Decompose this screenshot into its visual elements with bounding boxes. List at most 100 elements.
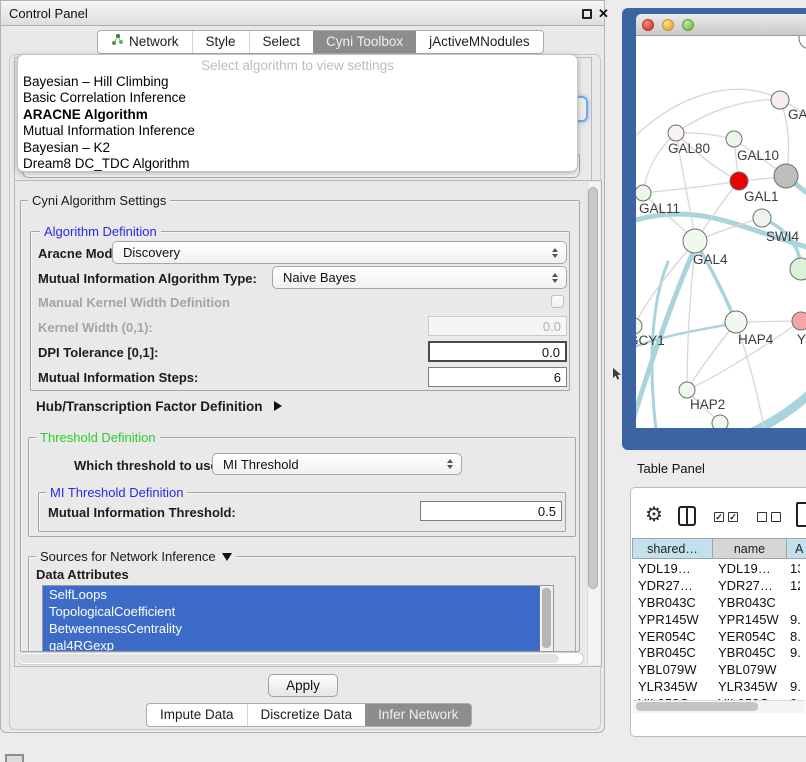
dropdown-item-bayesian-k2[interactable]: Bayesian – K2 (18, 140, 577, 156)
table-cell[interactable]: YPR145W (632, 612, 710, 629)
network-edge[interactable] (687, 322, 736, 390)
table-row[interactable]: YER054CYER054C8. (632, 629, 806, 646)
mi-steps-field[interactable]: 6 (428, 367, 567, 387)
tab-discretize-data[interactable]: Discretize Data (247, 704, 366, 726)
list-item-topologicalcoefficient[interactable]: TopologicalCoefficient (43, 603, 540, 620)
table-cell[interactable]: 13 (786, 561, 800, 578)
network-node[interactable] (753, 209, 771, 227)
select-all-columns-icon[interactable]: ✓ ✓ (714, 512, 738, 522)
table-cell[interactable]: YPR145W (710, 612, 786, 629)
network-node[interactable] (725, 311, 747, 333)
expand-right-icon[interactable] (274, 401, 282, 411)
tab-style[interactable]: Style (192, 31, 249, 53)
list-item-gal4rgexp[interactable]: gal4RGexp (43, 637, 540, 652)
table-row[interactable]: YBR045CYBR045C9. (632, 645, 806, 662)
column-header-name[interactable]: name (712, 538, 787, 559)
table-cell[interactable]: YDR27… (632, 578, 710, 595)
minimized-window-icon[interactable] (5, 754, 24, 762)
network-window-titlebar[interactable] (636, 14, 806, 36)
table-cell[interactable]: YDL19… (710, 561, 786, 578)
network-node[interactable] (712, 415, 728, 428)
sources-group-title[interactable]: Sources for Network Inference (36, 549, 236, 564)
network-node[interactable] (790, 258, 806, 280)
network-node[interactable] (792, 312, 806, 330)
minimize-traffic-light[interactable] (662, 19, 674, 31)
table-cell[interactable]: YBR043C (710, 595, 786, 612)
horizontal-scrollbar-thumb[interactable] (19, 654, 559, 663)
close-icon[interactable]: ✕ (598, 5, 609, 23)
list-item-betweennesscentrality[interactable]: BetweennessCentrality (43, 620, 540, 637)
table-row[interactable]: YDR27…YDR27…12 (632, 578, 806, 595)
float-window-icon[interactable] (582, 9, 592, 19)
dropdown-item-aracne[interactable]: ARACNE Algorithm (18, 107, 577, 123)
dropdown-item-basic-correlation[interactable]: Basic Correlation Inference (18, 90, 577, 106)
deselect-all-columns-icon[interactable] (757, 512, 781, 522)
table-cell[interactable]: 9. (786, 645, 800, 662)
network-node[interactable] (668, 125, 684, 141)
network-canvas[interactable]: GALGAL80GAL10GAL1GAL11SWI4GAL4GCY1HAP4YH… (636, 36, 806, 428)
tab-select[interactable]: Select (249, 31, 314, 53)
hub-section-label[interactable]: Hub/Transcription Factor Definition (36, 399, 282, 414)
network-edge[interactable] (643, 181, 739, 193)
table-row[interactable]: YLR345WYLR345W9. (632, 679, 806, 696)
table-cell[interactable]: 9. (786, 612, 800, 629)
table-cell[interactable]: 8. (786, 629, 800, 646)
which-threshold-combo[interactable]: MI Threshold (212, 453, 462, 475)
collapse-down-icon[interactable] (222, 553, 232, 561)
table-cell[interactable]: YBL079W (710, 662, 786, 679)
table-cell[interactable]: YLR345W (710, 679, 786, 696)
mi-threshold-field[interactable]: 0.5 (420, 501, 562, 521)
network-node[interactable] (730, 172, 748, 190)
tab-jactivemnodules[interactable]: jActiveMNodules (416, 31, 543, 53)
tab-network[interactable]: Network (98, 31, 192, 53)
network-edge[interactable] (748, 392, 806, 428)
tab-cyni-toolbox[interactable]: Cyni Toolbox (313, 31, 416, 53)
zoom-traffic-light[interactable] (682, 19, 694, 31)
table-cell[interactable]: YDR27… (710, 578, 786, 595)
network-node[interactable] (774, 164, 798, 188)
table-cell[interactable]: YBR045C (710, 645, 786, 662)
network-node[interactable] (726, 131, 742, 147)
table-horizontal-scrollbar-thumb[interactable] (636, 702, 758, 711)
table-row[interactable]: YBR043CYBR043C (632, 595, 806, 612)
network-edge[interactable] (636, 241, 696, 326)
table-cell[interactable]: YBR045C (632, 645, 710, 662)
network-edge[interactable] (676, 133, 734, 139)
table-row[interactable]: YBL079WYBL079W (632, 662, 806, 679)
export-table-icon[interactable] (796, 502, 806, 527)
column-header-partial[interactable]: A (786, 538, 806, 559)
kernel-width-field[interactable]: 0.0 (428, 316, 567, 336)
table-row[interactable]: YPR145WYPR145W9. (632, 612, 806, 629)
network-edge[interactable] (676, 100, 780, 133)
table-cell[interactable]: YBR043C (632, 595, 710, 612)
table-cell[interactable]: YBL079W (632, 662, 710, 679)
list-item-selfloops[interactable]: SelfLoops (43, 586, 540, 603)
table-cell[interactable]: YDL19… (632, 561, 710, 578)
column-header-sharedname[interactable]: shared… (632, 538, 713, 559)
table-cell[interactable]: 12 (786, 578, 800, 595)
network-node[interactable] (679, 382, 695, 398)
network-node[interactable] (636, 318, 642, 334)
column-chooser-icon[interactable] (678, 506, 696, 526)
tab-impute-data[interactable]: Impute Data (147, 704, 247, 726)
table-settings-gear-icon[interactable]: ⚙ (645, 503, 663, 527)
close-traffic-light[interactable] (642, 19, 654, 31)
dropdown-item-mutual-information[interactable]: Mutual Information Inference (18, 123, 577, 139)
table-cell[interactable]: YLR345W (632, 679, 710, 696)
table-cell[interactable]: 9. (786, 679, 800, 696)
vertical-scrollbar-thumb[interactable] (588, 187, 598, 589)
network-node[interactable] (636, 185, 651, 201)
network-node[interactable] (683, 229, 707, 253)
network-node[interactable] (799, 36, 806, 49)
list-scrollbar-thumb[interactable] (542, 588, 551, 648)
apply-button[interactable]: Apply (268, 674, 338, 697)
manual-kernel-checkbox[interactable] (551, 295, 564, 308)
table-row[interactable]: YDL19…YDL19…13 (632, 561, 806, 578)
dpi-tolerance-field[interactable]: 0.0 (428, 341, 567, 362)
tab-infer-network[interactable]: Infer Network (365, 704, 471, 726)
dropdown-item-bayesian-hill-climbing[interactable]: Bayesian – Hill Climbing (18, 74, 577, 90)
dropdown-item-dream8[interactable]: Dream8 DC_TDC Algorithm (18, 156, 577, 172)
table-cell[interactable]: YER054C (710, 629, 786, 646)
network-node[interactable] (771, 91, 789, 109)
aracne-mode-combo[interactable]: Discovery (112, 241, 567, 264)
